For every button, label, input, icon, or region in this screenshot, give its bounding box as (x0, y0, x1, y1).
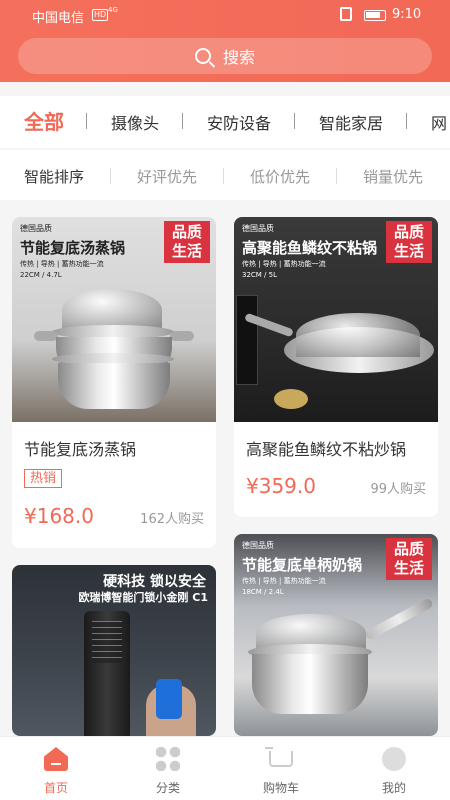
category-icon (156, 747, 180, 771)
product-card[interactable]: 德国品质 高聚能鱼鳞纹不粘锅 传热 | 导热 | 蓄热功能一流 32CM / 5… (234, 217, 438, 517)
tab-home[interactable]: 首页 (0, 737, 112, 800)
image-spec: 传热 | 导热 | 蓄热功能一流 (20, 260, 104, 268)
brand-label: 德国品质 (20, 224, 52, 233)
sort-bar: 智能排序 好评优先 低价优先 销量优先 (0, 150, 450, 200)
tab-profile[interactable]: 我的 (338, 737, 450, 800)
quality-badge: 品质 生活 (386, 221, 432, 263)
divider (406, 113, 407, 129)
signal-icon: 4G (108, 6, 118, 14)
sort-sales[interactable]: 销量优先 (363, 166, 423, 187)
sort-price[interactable]: 低价优先 (250, 166, 310, 187)
product-image: 德国品质 节能复底单柄奶锅 传热 | 导热 | 蓄热功能一流 18CM / 2.… (234, 534, 438, 736)
tab-label: 首页 (43, 781, 68, 795)
image-size: 18CM / 2.4L (242, 588, 284, 596)
search-label: 搜索 (222, 48, 255, 67)
tab-label: 分类 (155, 781, 180, 795)
keypad (92, 621, 122, 663)
sort-rating[interactable]: 好评优先 (137, 166, 197, 187)
pot-handle (34, 331, 58, 341)
pot-handle (170, 331, 194, 341)
category-tab-all[interactable]: 全部 (24, 106, 64, 135)
home-icon (44, 747, 68, 771)
vibrate-icon (340, 7, 352, 21)
product-card[interactable]: 德国品质 节能复底汤蒸锅 传热 | 导热 | 蓄热功能一流 22CM / 4.7… (12, 217, 216, 548)
image-spec: 传热 | 导热 | 蓄热功能一流 (242, 577, 326, 585)
category-tab-smart-home[interactable]: 智能家居 (319, 110, 383, 134)
product-image: 硬科技 锁以安全 欧瑞博智能门锁小金刚 C1 (12, 565, 216, 736)
divider (182, 113, 183, 129)
lemon (274, 389, 308, 409)
image-spec: 传热 | 导热 | 蓄热功能一流 (242, 260, 326, 268)
hd-icon: HD (92, 9, 109, 21)
tab-label: 购物车 (262, 781, 299, 795)
divider (86, 113, 87, 129)
carrier-label: 中国电信 (32, 11, 85, 26)
quality-badge: 品质 生活 (386, 538, 432, 580)
status-bar: 中国电信 HD 4G 9:10 (0, 0, 450, 30)
product-image: 德国品质 节能复底汤蒸锅 传热 | 导热 | 蓄热功能一流 22CM / 4.7… (12, 217, 216, 422)
divider (336, 168, 337, 184)
image-size: 22CM / 4.7L (20, 271, 62, 279)
brand-label: 德国品质 (242, 224, 274, 233)
tab-category[interactable]: 分类 (112, 737, 224, 800)
tab-cart[interactable]: 购物车 (225, 737, 337, 800)
hot-tag: 热销 (24, 469, 63, 488)
category-tab-network[interactable]: 网 (431, 110, 447, 134)
product-price: ¥359.0 (246, 474, 316, 498)
image-slogan: 高聚能鱼鳞纹不粘锅 (242, 239, 378, 257)
category-tab-security[interactable]: 安防设备 (207, 110, 271, 134)
sold-count: 99人购买 (370, 482, 426, 497)
divider (223, 168, 224, 184)
image-slogan: 节能复底汤蒸锅 (20, 239, 126, 257)
search-icon (194, 48, 211, 64)
image-size: 32CM / 5L (242, 271, 277, 279)
pot-handle (363, 597, 435, 641)
product-title: 高聚能鱼鳞纹不粘炒锅 (246, 440, 407, 459)
quality-badge: 品质 生活 (164, 221, 210, 263)
profile-icon (382, 747, 406, 771)
header: 中国电信 HD 4G 9:10 搜索 (0, 0, 450, 82)
product-card[interactable]: 德国品质 节能复底单柄奶锅 传热 | 导热 | 蓄热功能一流 18CM / 2.… (234, 534, 438, 736)
pan-lid (296, 313, 420, 357)
phone (156, 679, 182, 719)
brand-label: 德国品质 (242, 541, 274, 550)
image-slogan: 节能复底单柄奶锅 (242, 556, 363, 574)
pot-body (252, 654, 368, 714)
product-price: ¥168.0 (24, 504, 94, 528)
battery-icon (364, 10, 386, 21)
image-description: 欧瑞博智能门锁小金刚 C1 (78, 591, 208, 604)
product-title: 节能复底汤蒸锅 (24, 440, 137, 459)
cart-icon (265, 747, 293, 767)
search-bar[interactable]: 搜索 (18, 38, 432, 74)
pot-body (58, 363, 170, 409)
product-card[interactable]: 硬科技 锁以安全 欧瑞博智能门锁小金刚 C1 (12, 565, 216, 736)
image-slogan: 硬科技 锁以安全 (103, 574, 206, 590)
bottle (236, 295, 258, 385)
category-tab-camera[interactable]: 摄像头 (111, 110, 159, 134)
divider (294, 113, 295, 129)
product-image: 德国品质 高聚能鱼鳞纹不粘锅 传热 | 导热 | 蓄热功能一流 32CM / 5… (234, 217, 438, 422)
bottom-tab-bar: 首页 分类 购物车 我的 (0, 736, 450, 800)
sold-count: 162人购买 (140, 512, 204, 527)
sort-smart[interactable]: 智能排序 (24, 166, 84, 187)
tab-label: 我的 (381, 781, 406, 795)
clock: 9:10 (392, 7, 422, 22)
category-tabs: 全部 摄像头 安防设备 智能家居 网 (0, 96, 450, 148)
divider (110, 168, 111, 184)
